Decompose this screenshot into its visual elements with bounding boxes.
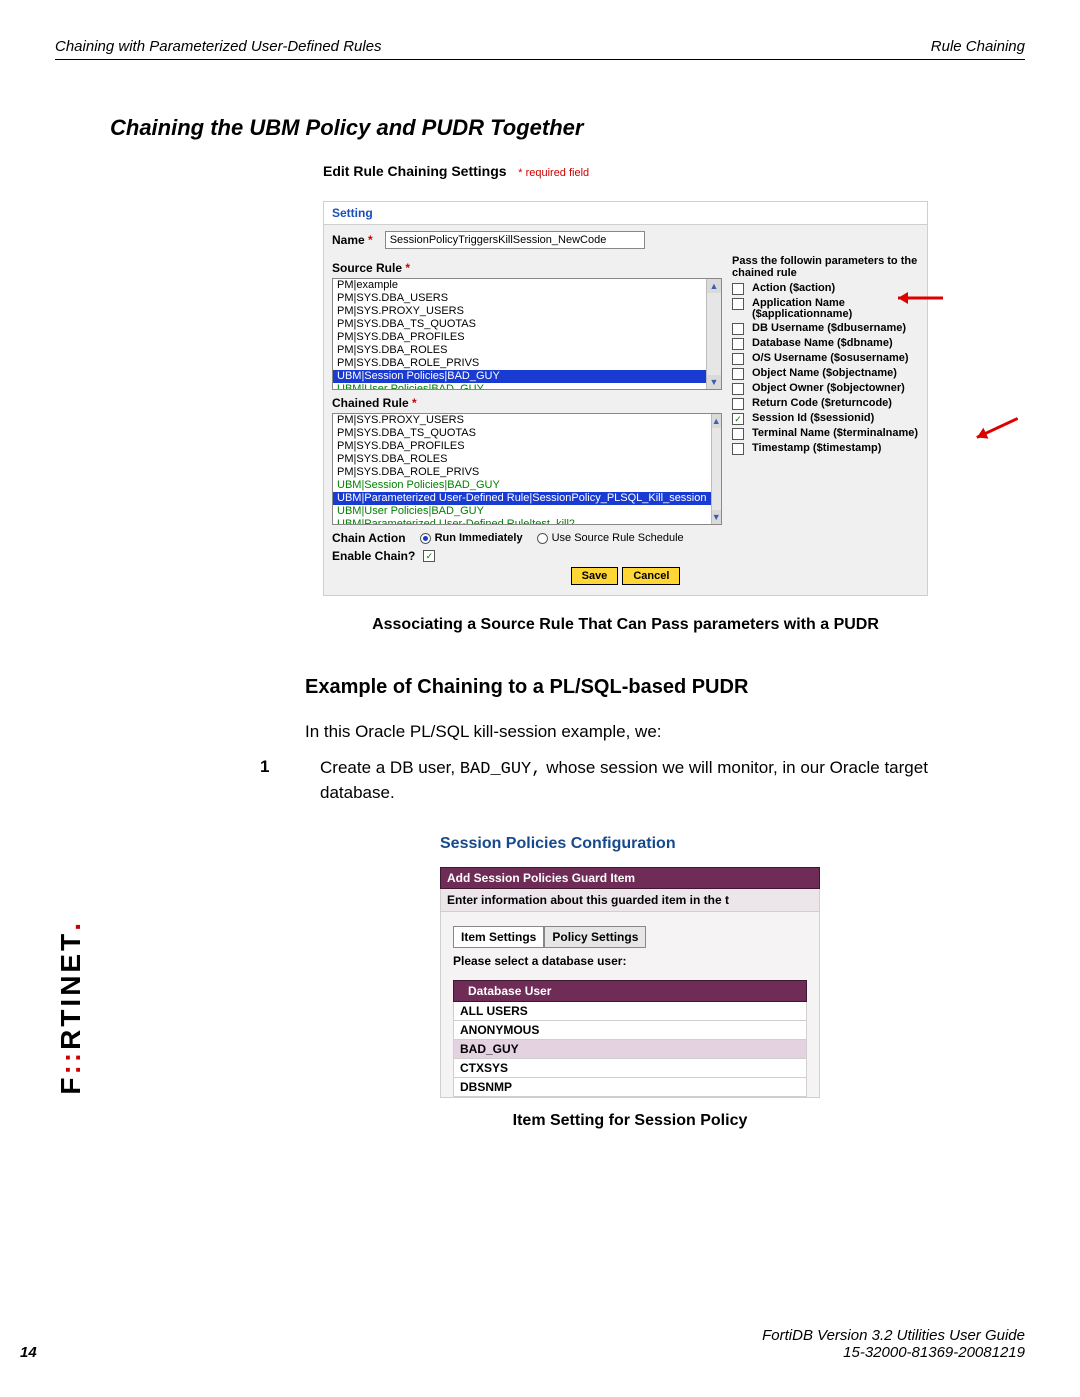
param-column-title: Pass the followin parameters to the chai… <box>732 255 919 279</box>
list-item[interactable]: PM|SYS.DBA_TS_QUOTAS <box>333 427 711 440</box>
param-checkbox[interactable] <box>732 413 744 425</box>
list-item[interactable]: PM|SYS.DBA_PROFILES <box>333 440 711 453</box>
run-immediately-radio[interactable] <box>420 533 431 544</box>
param-checkbox[interactable] <box>732 368 744 380</box>
list-item[interactable]: PM|SYS.DBA_ROLE_PRIVS <box>333 357 706 370</box>
step-number: 1 <box>260 757 280 805</box>
param-label: Terminal Name ($terminalname) <box>752 428 918 439</box>
rule-name-input[interactable] <box>385 231 645 249</box>
scroll-down-icon[interactable]: ▼ <box>707 375 721 389</box>
list-item[interactable]: PM|example <box>333 279 706 292</box>
list-item[interactable]: PM|SYS.DBA_ROLE_PRIVS <box>333 466 711 479</box>
param-checkbox[interactable] <box>732 353 744 365</box>
page-number: 14 <box>20 1344 37 1361</box>
save-button[interactable]: Save <box>571 567 619 585</box>
header-right: Rule Chaining <box>931 38 1025 55</box>
param-checkbox[interactable] <box>732 398 744 410</box>
param-label: DB Username ($dbusername) <box>752 323 906 334</box>
annotation-arrow-icon <box>964 407 1027 450</box>
param-checkbox[interactable] <box>732 283 744 295</box>
list-item-selected[interactable]: UBM|Parameterized User-Defined Rule|Sess… <box>333 492 711 505</box>
param-checkbox[interactable] <box>732 383 744 395</box>
cancel-button[interactable]: Cancel <box>622 567 680 585</box>
scroll-down-icon[interactable]: ▼ <box>712 510 722 524</box>
figure2-caption: Item Setting for Session Policy <box>440 1112 820 1130</box>
param-label: Return Code ($returncode) <box>752 398 892 409</box>
list-item-selected[interactable]: UBM|Session Policies|BAD_GUY <box>333 370 706 383</box>
db-user-column-header: Database User <box>453 980 807 1002</box>
enable-chain-label: Enable Chain? <box>332 549 415 563</box>
param-label: O/S Username ($osusername) <box>752 353 909 364</box>
list-item[interactable]: PM|SYS.DBA_TS_QUOTAS <box>333 318 706 331</box>
enable-chain-checkbox[interactable] <box>423 550 435 562</box>
db-user-row[interactable]: ANONYMOUS <box>453 1021 807 1040</box>
scrollbar[interactable]: ▲ ▼ <box>706 279 721 389</box>
param-label: Application Name ($applicationname) <box>752 298 919 320</box>
intro-text: In this Oracle PL/SQL kill-session examp… <box>305 721 992 743</box>
param-label: Database Name ($dbname) <box>752 338 893 349</box>
run-immediately-label: Run Immediately <box>435 532 523 544</box>
session-policies-screenshot: Session Policies Configuration Add Sessi… <box>440 835 820 1130</box>
scrollbar[interactable]: ▲ ▼ <box>711 414 722 524</box>
param-label: Action ($action) <box>752 283 835 294</box>
db-user-row[interactable]: DBSNMP <box>453 1078 807 1097</box>
chained-rule-listbox[interactable]: PM|SYS.PROXY_USERS PM|SYS.DBA_TS_QUOTAS … <box>332 413 722 525</box>
chained-rule-label: Chained Rule <box>332 396 409 410</box>
list-item[interactable]: PM|SYS.DBA_USERS <box>333 292 706 305</box>
required-note: * required field <box>518 167 589 179</box>
param-checkbox[interactable] <box>732 298 744 310</box>
shot2-header: Add Session Policies Guard Item <box>440 867 820 889</box>
list-item[interactable]: UBM|Session Policies|BAD_GUY <box>333 479 711 492</box>
param-label: Session Id ($sessionid) <box>752 413 874 424</box>
fortinet-logo: F::RTINET. <box>55 920 87 1095</box>
use-source-label: Use Source Rule Schedule <box>552 532 684 544</box>
list-item[interactable]: UBM|User Policies|BAD_GUY <box>333 505 711 518</box>
list-item[interactable]: PM|SYS.PROXY_USERS <box>333 414 711 427</box>
source-rule-listbox[interactable]: PM|example PM|SYS.DBA_USERS PM|SYS.PROXY… <box>332 278 722 390</box>
tab-item-settings[interactable]: Item Settings <box>453 926 544 948</box>
param-label: Object Name ($objectname) <box>752 368 897 379</box>
setting-header: Setting <box>324 202 927 225</box>
header-left: Chaining with Parameterized User-Defined… <box>55 38 382 55</box>
db-user-row[interactable]: BAD_GUY <box>453 1040 807 1059</box>
list-item[interactable]: UBM|User Policies|BAD_GUY <box>333 383 706 390</box>
shot2-title: Session Policies Configuration <box>440 835 820 853</box>
list-item[interactable]: UBM|Parameterized User-Defined Rule|test… <box>333 518 711 525</box>
footer-line2: 15-32000-81369-20081219 <box>762 1344 1025 1361</box>
use-source-radio[interactable] <box>537 533 548 544</box>
subsection-title: Example of Chaining to a PL/SQL-based PU… <box>305 676 992 699</box>
name-label: Name <box>332 233 365 247</box>
step-body: Create a DB user, BAD_GUY, whose session… <box>320 757 992 805</box>
param-checkbox[interactable] <box>732 338 744 350</box>
source-rule-label: Source Rule <box>332 261 402 275</box>
list-item[interactable]: PM|SYS.DBA_ROLES <box>333 453 711 466</box>
db-user-row[interactable]: CTXSYS <box>453 1059 807 1078</box>
chain-action-label: Chain Action <box>332 531 406 545</box>
tab-policy-settings[interactable]: Policy Settings <box>544 926 646 948</box>
scroll-up-icon[interactable]: ▲ <box>707 279 721 293</box>
param-label: Timestamp ($timestamp) <box>752 443 881 454</box>
list-item[interactable]: PM|SYS.DBA_ROLES <box>333 344 706 357</box>
section-title: Chaining the UBM Policy and PUDR Togethe… <box>110 115 992 141</box>
shot2-prompt: Please select a database user: <box>453 954 807 968</box>
figure1-caption: Associating a Source Rule That Can Pass … <box>323 616 928 634</box>
param-checkbox[interactable] <box>732 428 744 440</box>
param-checkbox[interactable] <box>732 443 744 455</box>
header-rule <box>55 59 1025 60</box>
list-item[interactable]: PM|SYS.PROXY_USERS <box>333 305 706 318</box>
scroll-up-icon[interactable]: ▲ <box>712 414 722 428</box>
param-label: Object Owner ($objectowner) <box>752 383 905 394</box>
footer-line1: FortiDB Version 3.2 Utilities User Guide <box>762 1327 1025 1344</box>
edit-rule-chaining-screenshot: Edit Rule Chaining Settings * required f… <box>323 163 928 596</box>
list-item[interactable]: PM|SYS.DBA_PROFILES <box>333 331 706 344</box>
shot1-title: Edit Rule Chaining Settings <box>323 163 507 179</box>
param-checkbox[interactable] <box>732 323 744 335</box>
shot2-sub: Enter information about this guarded ite… <box>440 889 820 912</box>
db-user-row[interactable]: ALL USERS <box>453 1002 807 1021</box>
